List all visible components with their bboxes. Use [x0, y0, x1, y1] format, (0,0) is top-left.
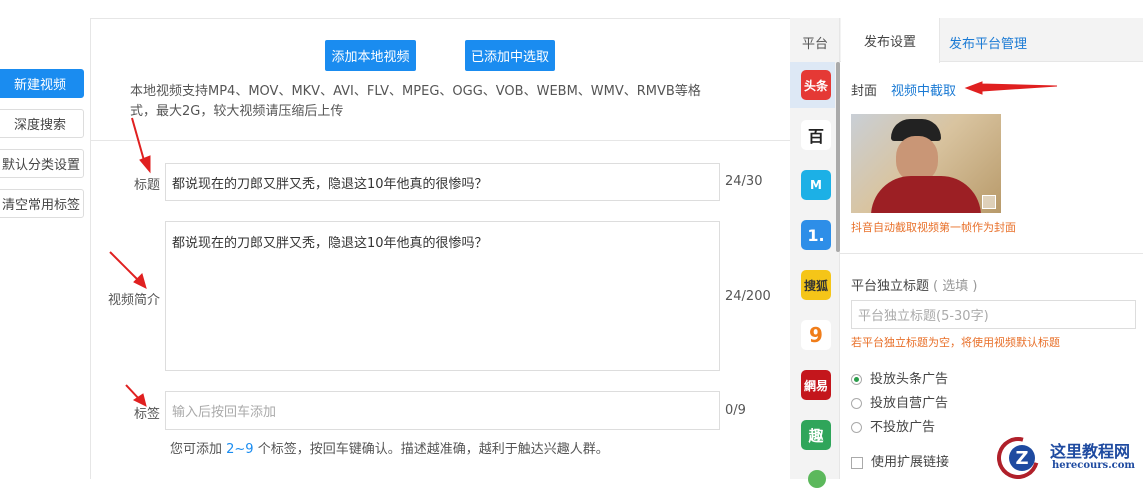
- watermark-logo: Z 这里教程网 herecours.com: [989, 429, 1143, 487]
- arrow-head: [133, 273, 147, 289]
- arrow-cover: [964, 81, 1058, 95]
- watermark-url: herecours.com: [1052, 460, 1136, 471]
- watermark-title: 这里教程网: [1050, 442, 1131, 461]
- arrow-description: [109, 251, 141, 283]
- arrow-head: [139, 155, 151, 174]
- arrow-title: [131, 117, 146, 165]
- annotation-arrows: [109, 81, 1058, 407]
